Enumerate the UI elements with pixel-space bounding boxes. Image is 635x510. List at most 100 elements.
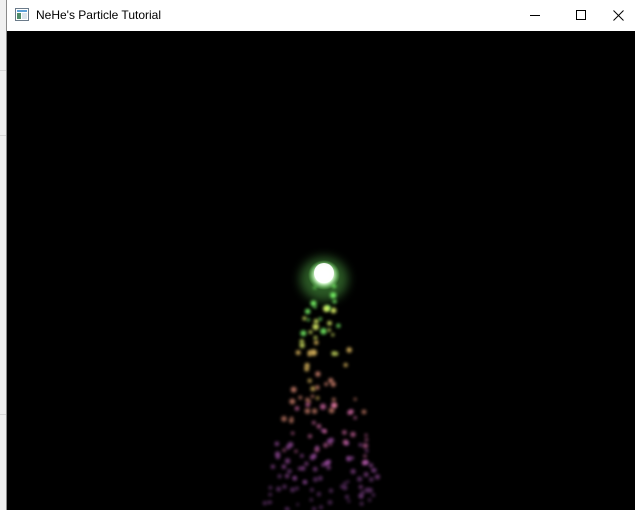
particle [350, 456, 354, 460]
particle [314, 340, 319, 345]
particle [319, 505, 323, 510]
particle [327, 320, 332, 326]
particle [328, 488, 334, 493]
particle [364, 438, 369, 442]
particle [320, 428, 324, 432]
maximize-button[interactable] [558, 0, 604, 31]
particle [331, 333, 335, 337]
particle [368, 463, 374, 468]
particle [315, 385, 320, 390]
particle [364, 487, 370, 493]
particle [268, 485, 273, 490]
particle [317, 475, 323, 481]
particle [346, 347, 352, 353]
particle [349, 409, 354, 414]
particle [371, 493, 376, 497]
particle [304, 408, 311, 414]
particle [308, 400, 311, 403]
particle [291, 431, 295, 435]
particle [310, 488, 314, 492]
particle [304, 461, 309, 466]
particle [282, 448, 286, 452]
particle [359, 501, 364, 506]
particle [330, 381, 336, 387]
particle [316, 424, 322, 429]
window-title: NeHe's Particle Tutorial [36, 8, 162, 22]
particle [315, 445, 320, 450]
particle [282, 484, 287, 489]
minimize-icon [530, 15, 540, 16]
particle [276, 486, 282, 492]
particle [327, 328, 331, 332]
particle [342, 439, 349, 445]
particle [350, 431, 356, 438]
particle [290, 416, 294, 420]
particle [324, 382, 329, 386]
particle [320, 403, 326, 410]
particle [307, 318, 310, 322]
close-icon [613, 10, 624, 21]
opengl-viewport[interactable] [7, 31, 635, 510]
particle [307, 378, 312, 383]
particle [312, 466, 318, 472]
particle [330, 307, 337, 314]
particle [350, 469, 356, 474]
particle-scene [262, 257, 380, 510]
particle [358, 484, 363, 490]
particle [320, 328, 327, 335]
particle [361, 409, 367, 415]
particle [315, 396, 320, 400]
particle [284, 458, 291, 464]
particle [367, 498, 372, 502]
particle [296, 503, 300, 506]
minimize-button[interactable] [512, 0, 558, 31]
particle [312, 323, 319, 330]
particle [293, 476, 297, 480]
particle [312, 408, 318, 414]
particle [326, 465, 331, 470]
particle [281, 464, 287, 470]
particle [331, 397, 336, 402]
particle [329, 443, 332, 446]
particle [274, 441, 280, 446]
particle [347, 499, 351, 503]
close-button[interactable] [604, 0, 635, 31]
title-bar[interactable]: NeHe's Particle Tutorial [7, 0, 635, 31]
particle [323, 305, 330, 312]
particle-emitter [300, 257, 348, 301]
particle [295, 486, 299, 491]
particle [294, 449, 298, 453]
particle [309, 454, 316, 461]
particle [313, 335, 318, 340]
particle [308, 330, 313, 334]
particle [374, 474, 380, 480]
particle [310, 394, 315, 398]
particle [287, 469, 292, 474]
app-window: NeHe's Particle Tutorial [6, 0, 635, 510]
particle [308, 434, 312, 439]
particle [300, 466, 306, 471]
particle [313, 305, 317, 309]
particle [295, 350, 301, 355]
particle [300, 454, 304, 458]
particle [290, 386, 297, 393]
particle [284, 473, 290, 479]
particle [323, 461, 328, 467]
particle [331, 351, 337, 356]
particle [329, 437, 334, 443]
particle [281, 416, 287, 422]
particle [353, 397, 357, 401]
particle [305, 308, 311, 315]
particle [343, 481, 347, 486]
particle [294, 406, 300, 411]
particle [313, 477, 318, 482]
particle [316, 492, 321, 497]
particle [365, 449, 369, 453]
particle [330, 402, 337, 409]
particle [343, 363, 348, 367]
particle-cloud [262, 284, 380, 510]
particle [360, 490, 365, 495]
particle [307, 350, 312, 355]
particle [340, 484, 344, 489]
particle [289, 398, 296, 405]
